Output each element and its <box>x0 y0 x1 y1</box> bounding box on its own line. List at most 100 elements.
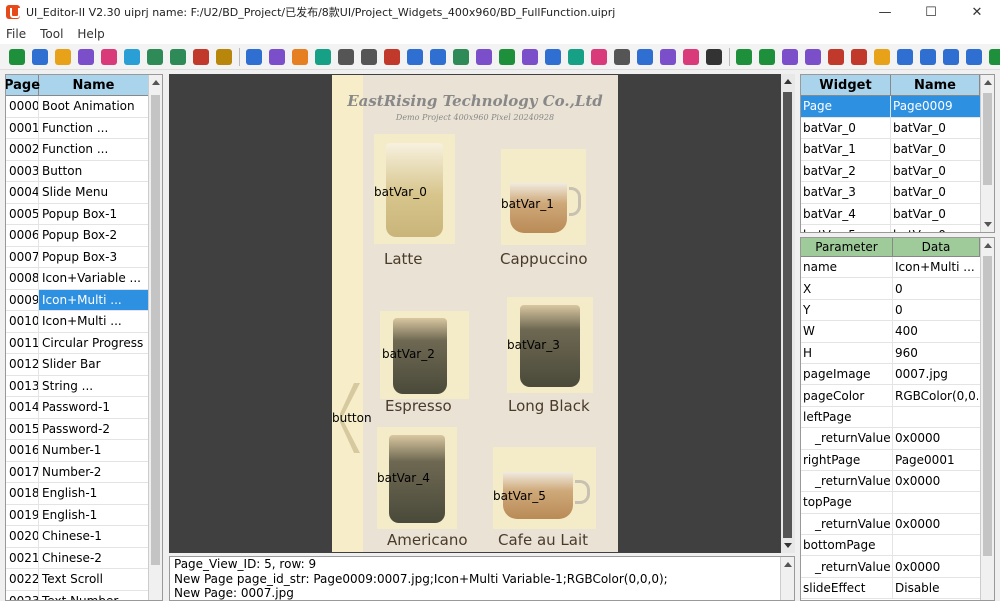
menu-help[interactable]: Help <box>71 27 112 41</box>
page-row[interactable]: 0023 Text Number <box>6 590 162 600</box>
param-scroll-up-icon[interactable] <box>984 243 992 248</box>
parameter-value[interactable]: 0 <box>893 278 978 298</box>
parameter-value[interactable]: 0007.jpg <box>893 364 978 384</box>
progress-icon[interactable] <box>361 48 377 65</box>
page-row[interactable]: 0021 Chinese-2 <box>6 547 162 569</box>
font-icon[interactable] <box>78 48 94 65</box>
design-canvas[interactable]: EastRising Technology Co.,Ltd Demo Proje… <box>169 74 795 553</box>
string-icon[interactable] <box>246 48 262 65</box>
widget-row[interactable]: batVar_3 batVar_0 <box>801 182 994 204</box>
log-scrollbar[interactable] <box>780 557 794 600</box>
log-scroll-up-icon[interactable] <box>784 562 792 567</box>
parameter-row[interactable]: pageImage 0007.jpg <box>801 363 994 386</box>
page-row[interactable]: 0020 Chinese-1 <box>6 526 162 548</box>
page-row[interactable]: 0014 Password-1 <box>6 397 162 419</box>
zoom-in-icon[interactable] <box>943 48 959 65</box>
align-bottom-icon[interactable] <box>805 48 821 65</box>
fit-icon[interactable] <box>989 48 1000 65</box>
page-list-scroll-thumb[interactable] <box>151 95 160 565</box>
qrcode-icon[interactable] <box>430 48 446 65</box>
parameter-column-header[interactable]: Parameter <box>801 238 893 256</box>
widget-scroll-thumb[interactable] <box>983 93 992 185</box>
menu-tool[interactable]: Tool <box>34 27 71 41</box>
parameter-value[interactable] <box>893 407 978 427</box>
widget-column-header[interactable]: Widget <box>801 75 891 95</box>
parameter-value[interactable]: 0x0000 <box>893 471 978 491</box>
zoom-out-icon[interactable] <box>966 48 982 65</box>
image-edit-icon[interactable] <box>614 48 630 65</box>
menu-file[interactable]: File <box>0 27 34 41</box>
parameter-row[interactable]: pageColor RGBColor(0,0... <box>801 385 994 407</box>
page-row[interactable]: 0000 Boot Animation <box>6 96 162 118</box>
parameter-row[interactable]: _returnValue 0x0000 <box>801 556 994 578</box>
parameter-row[interactable]: bottomPage <box>801 535 994 557</box>
alarm-icon[interactable] <box>384 48 400 65</box>
slide-icon[interactable] <box>269 48 285 65</box>
page-list-scrollbar[interactable] <box>148 75 162 600</box>
parameter-value[interactable]: 960 <box>893 343 978 363</box>
data-column-header[interactable]: Data <box>893 238 980 256</box>
grid-icon[interactable] <box>147 48 163 65</box>
widget-list-scrollbar[interactable] <box>980 75 994 232</box>
circle-icon[interactable] <box>522 48 538 65</box>
parameter-value[interactable]: Disable <box>893 578 978 598</box>
button-widget-label[interactable]: button <box>332 411 372 425</box>
align-right-icon[interactable] <box>759 48 775 65</box>
page-row[interactable]: 0010 Icon+Multi ... <box>6 311 162 333</box>
parameter-row[interactable]: X0 <box>801 278 994 300</box>
page-row[interactable]: 0012 Slider Bar <box>6 354 162 376</box>
widget-row[interactable]: batVar_4 batVar_0 <box>801 203 994 225</box>
brush-icon[interactable] <box>591 48 607 65</box>
camera-icon[interactable] <box>706 48 722 65</box>
gif-anim-icon[interactable] <box>545 48 561 65</box>
parameter-value[interactable]: 0x0000 <box>893 428 978 448</box>
parameter-value[interactable]: 0x0000 <box>893 514 978 534</box>
page-row[interactable]: 0006 Popup Box-2 <box>6 225 162 247</box>
page-row[interactable]: 0008 Icon+Variable ... <box>6 268 162 290</box>
widget-name-column-header[interactable]: Name <box>891 75 980 95</box>
canvas-scroll-thumb[interactable] <box>783 92 792 538</box>
align-top-icon[interactable] <box>782 48 798 65</box>
table-icon[interactable] <box>124 48 140 65</box>
distribute-h-icon[interactable] <box>828 48 844 65</box>
parameter-value[interactable] <box>893 535 978 555</box>
page-row[interactable]: 0013 String ... <box>6 375 162 397</box>
canvas-scroll-up-icon[interactable] <box>784 79 792 84</box>
widget-row[interactable]: batVar_0 batVar_0 <box>801 117 994 139</box>
parameter-row[interactable]: Y0 <box>801 299 994 322</box>
wav-icon[interactable] <box>476 48 492 65</box>
align-left-icon[interactable] <box>736 48 752 65</box>
cafe-au-lait-image[interactable] <box>493 447 596 529</box>
parameter-value[interactable] <box>893 492 978 512</box>
maximize-button[interactable]: ☐ <box>908 0 954 24</box>
page-row[interactable]: 0004 Slide Menu <box>6 182 162 204</box>
param-scroll-thumb[interactable] <box>983 256 992 556</box>
parameter-row[interactable]: leftPage <box>801 406 994 429</box>
microphone-icon[interactable] <box>637 48 653 65</box>
width-icon[interactable] <box>897 48 913 65</box>
compass-icon[interactable] <box>568 48 584 65</box>
scroll-up-icon[interactable] <box>152 80 160 85</box>
page-row[interactable]: 0009 Icon+Multi ... <box>6 289 162 311</box>
kbk-icon[interactable] <box>216 48 232 65</box>
search-icon[interactable] <box>9 48 25 65</box>
page-row[interactable]: 0003 Button <box>6 160 162 182</box>
height-icon[interactable] <box>920 48 936 65</box>
parameter-row[interactable]: _returnValue 0x0000 <box>801 470 994 493</box>
canvas-scroll-down-icon[interactable] <box>784 543 792 548</box>
parameter-value[interactable]: 0 <box>893 300 978 320</box>
image-list-icon[interactable] <box>55 48 71 65</box>
parameter-row[interactable]: topPage <box>801 492 994 514</box>
video-icon[interactable] <box>683 48 699 65</box>
open-project-icon[interactable] <box>32 48 48 65</box>
parameter-value[interactable]: Icon+Multi ... <box>893 257 978 277</box>
center-icon[interactable] <box>874 48 890 65</box>
page-row[interactable]: 0011 Circular Progress <box>6 332 162 354</box>
page-row[interactable]: 0016 Number-1 <box>6 440 162 462</box>
parameter-value[interactable]: RGBColor(0,0... <box>893 385 978 405</box>
parameter-row[interactable]: name Icon+Multi ... <box>801 257 994 279</box>
en-lang-icon[interactable] <box>170 48 186 65</box>
parameter-row[interactable]: H 960 <box>801 342 994 364</box>
cn-lang-icon[interactable] <box>193 48 209 65</box>
parameter-row[interactable]: _returnValue 0x0000 <box>801 513 994 536</box>
